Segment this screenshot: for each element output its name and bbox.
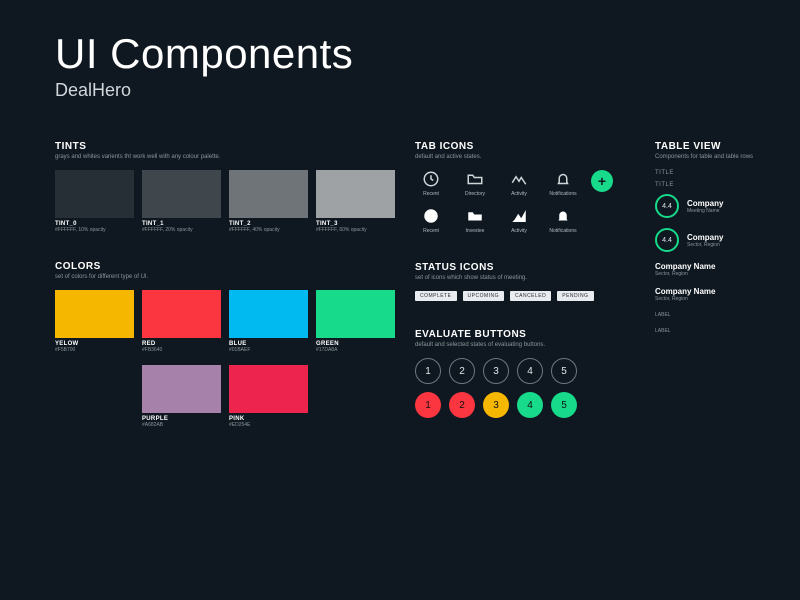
score-ring: 4.4 (655, 194, 679, 218)
colors-title: COLORS (55, 261, 395, 272)
table-view-title: TABLE VIEW (655, 141, 800, 152)
tints-section: TINTS grays and whites varients tht work… (55, 141, 395, 233)
color-swatch: BLUE #01BAEF (229, 290, 308, 353)
evaluate-button-selected[interactable]: 2 (449, 392, 475, 418)
color-swatch: YELOW #F5B700 (55, 290, 134, 353)
tab-icon-activity-filled[interactable]: Activity (503, 207, 535, 234)
folder-icon (466, 170, 484, 188)
bell-icon (554, 170, 572, 188)
status-pill: COMPLETE (415, 291, 457, 301)
evaluate-button[interactable]: 3 (483, 358, 509, 384)
clock-icon (422, 207, 440, 225)
table-row[interactable]: Company NameSector, Region (655, 287, 800, 302)
tab-icon-directory-outline[interactable]: Directory (459, 170, 491, 197)
evaluate-button-selected[interactable]: 5 (551, 392, 577, 418)
status-pill: CANCELED (510, 291, 551, 301)
table-header: TITLE (655, 182, 800, 188)
color-swatch: RED #FB3640 (142, 290, 221, 353)
tab-icons-title: TAB ICONS (415, 141, 635, 152)
page-subtitle: DealHero (55, 80, 775, 101)
add-button[interactable]: + (591, 170, 613, 192)
tab-icon-notifications-outline[interactable]: Notifications (547, 170, 579, 197)
status-desc: set of icons which show status of meetin… (415, 275, 635, 281)
color-swatch: PURPLE #A682AB (142, 365, 221, 428)
status-pill: UPCOMING (463, 291, 505, 301)
tint-swatch: TINT_1 #FFFFFF, 20% opacity (142, 170, 221, 233)
table-view-desc: Components for table and table rows (655, 154, 800, 160)
activity-icon (510, 207, 528, 225)
color-swatch: GREEN #17DA8A (316, 290, 395, 353)
evaluate-button[interactable]: 5 (551, 358, 577, 384)
evaluate-button[interactable]: 1 (415, 358, 441, 384)
evaluate-button-selected[interactable]: 3 (483, 392, 509, 418)
evaluate-button[interactable]: 2 (449, 358, 475, 384)
status-pill: PENDING (557, 291, 593, 301)
tab-icon-notifications-filled[interactable]: Notifications (547, 207, 579, 234)
tint-swatch: TINT_3 #FFFFFF, 60% opacity (316, 170, 395, 233)
evaluate-title: EVALUATE BUTTONS (415, 329, 635, 340)
tab-icons-desc: default and active states. (415, 154, 635, 160)
tint-swatch: TINT_2 #FFFFFF, 40% opacity (229, 170, 308, 233)
table-row[interactable]: 4.4CompanySector, Region (655, 228, 800, 252)
tints-desc: grays and whites varients tht work well … (55, 154, 395, 160)
status-section: STATUS ICONS set of icons which show sta… (415, 262, 635, 301)
bell-icon (554, 207, 572, 225)
evaluate-button-selected[interactable]: 1 (415, 392, 441, 418)
table-label: LABEL (655, 312, 800, 318)
evaluate-desc: default and selected states of evaluatin… (415, 342, 635, 348)
evaluate-section: EVALUATE BUTTONS default and selected st… (415, 329, 635, 418)
table-header: TITLE (655, 170, 800, 176)
tab-icon-recent-outline[interactable]: Recent (415, 170, 447, 197)
folder-icon (466, 207, 484, 225)
colors-desc: set of colors for different type of UI. (55, 274, 395, 280)
tint-swatch: TINT_0 #FFFFFF, 10% opacity (55, 170, 134, 233)
table-row[interactable]: Company NameSector, Region (655, 262, 800, 277)
tab-icons-section: TAB ICONS default and active states. Rec… (415, 141, 635, 234)
tints-title: TINTS (55, 141, 395, 152)
evaluate-button-selected[interactable]: 4 (517, 392, 543, 418)
table-view-section: TABLE VIEW Components for table and tabl… (655, 141, 800, 432)
table-label: LABEL (655, 328, 800, 334)
table-row[interactable]: 4.4CompanyMeeting Name (655, 194, 800, 218)
color-swatch: PINK #ED254E (229, 365, 308, 428)
activity-icon (510, 170, 528, 188)
page-title: UI Components (55, 30, 775, 78)
tab-icon-activity-outline[interactable]: Activity (503, 170, 535, 197)
evaluate-button[interactable]: 4 (517, 358, 543, 384)
tab-icon-investee-filled[interactable]: Investee (459, 207, 491, 234)
colors-section: COLORS set of colors for different type … (55, 261, 395, 432)
score-ring: 4.4 (655, 228, 679, 252)
tab-icon-recent-filled[interactable]: Recent (415, 207, 447, 234)
status-title: STATUS ICONS (415, 262, 635, 273)
clock-icon (422, 170, 440, 188)
